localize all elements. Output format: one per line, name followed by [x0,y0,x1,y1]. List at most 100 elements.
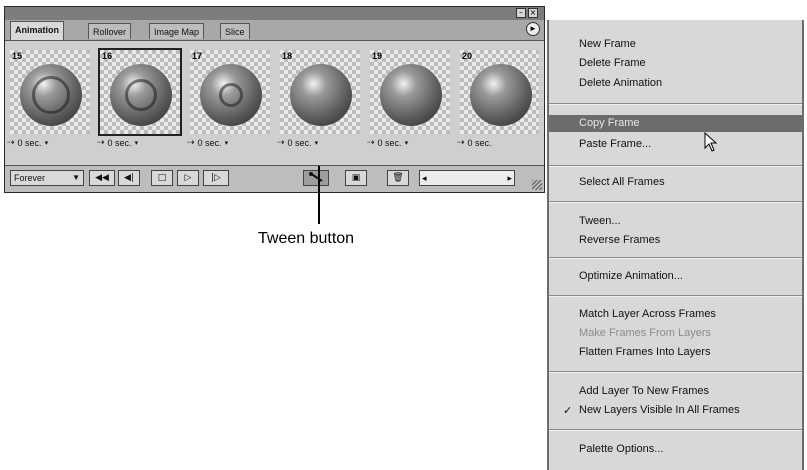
sphere-image [20,64,82,126]
frame-thumbnail[interactable]: 16 [98,48,182,136]
callout-label: Tween button [258,230,355,247]
frame-disposal-icon[interactable]: ⇢ [187,138,195,148]
stop-icon: □ [157,173,167,183]
menu-separator [549,429,802,431]
menu-separator [549,371,802,373]
frame-number: 19 [372,51,383,61]
tab-image-map[interactable]: Image Map [149,23,205,39]
frame-disposal-icon[interactable]: ⇢ [277,138,285,148]
tab-animation[interactable]: Animation [10,21,64,40]
palette-flyout-menu: New Frame Delete Frame Delete Animation … [547,20,804,470]
tab-slice[interactable]: Slice [220,23,250,39]
menu-item-delete-animation[interactable]: Delete Animation [579,75,662,92]
menu-item-add-layer-to-new-frames[interactable]: Add Layer To New Frames [579,383,709,400]
checkmark-icon: ✓ [563,404,573,417]
frame-disposal-icon[interactable]: ⇢ [7,138,15,148]
stop-button[interactable]: □ [151,170,173,186]
chevron-down-icon[interactable]: ▾ [405,139,409,147]
frame-16[interactable]: 16 ⇢ 0 sec. ▾ [97,48,183,152]
chevron-down-icon[interactable]: ▾ [315,139,319,147]
frame-delay[interactable]: ⇢ 0 sec. ▾ [367,136,453,150]
play-button[interactable]: ▷ [177,170,199,186]
menu-item-select-all-frames[interactable]: Select All Frames [579,174,665,191]
trash-icon: 🗑 [392,173,404,183]
animation-controls: Forever ▼ ◀◀ ◀| □ ▷ |▷ ▣ 🗑 ◂ ▸ [5,165,544,192]
next-frame-icon: |▷ [211,173,221,183]
frame-disposal-icon[interactable]: ⇢ [367,138,375,148]
scroll-left-icon[interactable]: ◂ [422,171,427,185]
loop-options-dropdown[interactable]: Forever ▼ [10,170,84,186]
animation-palette: – × Animation Rollover Image Map Slice ►… [4,6,545,193]
menu-item-optimize-animation[interactable]: Optimize Animation... [579,268,683,285]
frame-delay-value: 0 sec. [467,138,492,148]
menu-item-paste-frame[interactable]: Paste Frame... [579,136,651,153]
frame-thumbnail[interactable]: 17 [190,50,270,134]
chevron-down-icon[interactable]: ▾ [225,139,229,147]
menu-item-reverse-frames[interactable]: Reverse Frames [579,232,660,249]
frame-delay[interactable]: ⇢ 0 sec. ▾ [7,136,93,150]
menu-item-flatten-frames[interactable]: Flatten Frames Into Layers [579,344,710,361]
frame-delay[interactable]: ⇢ 0 sec. ▾ [187,136,273,150]
frame-delay-value: 0 sec. [377,138,402,148]
frame-20[interactable]: 20 ⇢ 0 sec. [457,50,539,152]
frame-thumbnail[interactable]: 20 [460,50,539,134]
minimize-button[interactable]: – [516,8,526,18]
sphere-image [380,64,442,126]
frame-19[interactable]: 19 ⇢ 0 sec. ▾ [367,50,453,152]
frames-scrollbar[interactable]: ◂ ▸ [419,170,515,186]
menu-separator [549,103,802,105]
chevron-down-icon: ▼ [72,173,80,182]
menu-item-palette-options[interactable]: Palette Options... [579,441,663,458]
frame-delay-value: 0 sec. [287,138,312,148]
frame-thumbnail[interactable]: 18 [280,50,360,134]
frame-delay-value: 0 sec. [197,138,222,148]
resize-grip-icon[interactable] [532,180,542,190]
close-button[interactable]: × [528,8,538,18]
menu-item-new-layers-visible[interactable]: New Layers Visible In All Frames [579,402,740,419]
frame-disposal-icon[interactable]: ⇢ [457,138,465,148]
menu-separator [549,257,802,259]
frames-strip: 15 ⇢ 0 sec. ▾ 16 ⇢ 0 sec. ▾ 17 ⇢ 0 sec. … [5,41,544,165]
frame-number: 20 [462,51,473,61]
loop-options-value: Forever [14,173,46,183]
menu-item-new-frame[interactable]: New Frame [579,36,636,53]
palette-tab-strip: Animation Rollover Image Map Slice ► [5,20,544,41]
next-frame-button[interactable]: |▷ [203,170,229,186]
sphere-image [470,64,532,126]
first-frame-button[interactable]: ◀◀ [89,170,115,186]
menu-separator [549,201,802,203]
palette-menu-arrow-icon[interactable]: ► [526,22,540,36]
frame-thumbnail[interactable]: 19 [370,50,450,134]
duplicate-frame-button[interactable]: ▣ [345,170,367,186]
frame-delay[interactable]: ⇢ 0 sec. ▾ [277,136,363,150]
menu-separator [549,165,802,167]
menu-item-copy-frame[interactable]: Copy Frame [549,115,802,132]
tween-button[interactable] [303,170,329,186]
menu-item-match-layer[interactable]: Match Layer Across Frames [579,306,716,323]
palette-title-bar[interactable]: – × [5,7,544,20]
frame-18[interactable]: 18 ⇢ 0 sec. ▾ [277,50,363,152]
duplicate-frame-icon: ▣ [351,173,361,183]
previous-frame-button[interactable]: ◀| [118,170,140,186]
frame-thumbnail[interactable]: 15 [10,50,90,134]
chevron-down-icon[interactable]: ▾ [135,139,139,147]
sphere-image [200,64,262,126]
frame-delay-value: 0 sec. [17,138,42,148]
menu-separator [549,295,802,297]
scroll-right-icon[interactable]: ▸ [507,171,512,185]
menu-item-tween[interactable]: Tween... [579,213,621,230]
previous-frame-icon: ◀| [124,173,134,183]
chevron-down-icon[interactable]: ▾ [45,139,49,147]
frame-disposal-icon[interactable]: ⇢ [97,138,105,148]
frame-17[interactable]: 17 ⇢ 0 sec. ▾ [187,50,273,152]
frame-15[interactable]: 15 ⇢ 0 sec. ▾ [7,50,93,152]
menu-item-make-frames-from-layers: Make Frames From Layers [579,327,712,339]
tab-rollover[interactable]: Rollover [88,23,132,39]
delete-frame-button[interactable]: 🗑 [387,170,409,186]
frame-delay[interactable]: ⇢ 0 sec. [457,136,539,150]
menu-item-delete-frame[interactable]: Delete Frame [579,55,646,72]
frame-delay[interactable]: ⇢ 0 sec. ▾ [97,136,183,150]
sphere-image [110,64,172,126]
frame-delay-value: 0 sec. [107,138,132,148]
first-frame-icon: ◀◀ [95,173,109,183]
